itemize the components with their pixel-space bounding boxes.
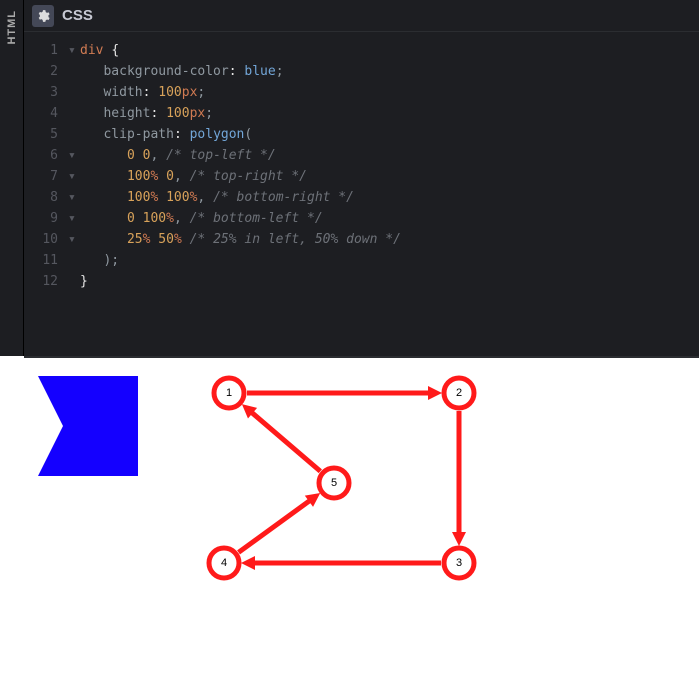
code-content: div {	[80, 40, 119, 61]
diagram-node: 1	[214, 378, 244, 408]
css-editor-title: CSS	[62, 7, 93, 24]
diagram-node-label: 2	[456, 387, 462, 399]
code-line[interactable]: 9▾ 0 100%, /* bottom-left */	[24, 208, 699, 229]
diagram-node-label: 1	[226, 387, 232, 399]
code-content: 0 0, /* top-left */	[80, 145, 276, 166]
diagram-node: 4	[209, 548, 239, 578]
code-line[interactable]: 4 height: 100px;	[24, 103, 699, 124]
fold-marker: ▾	[68, 208, 80, 229]
code-line[interactable]: 3 width: 100px;	[24, 82, 699, 103]
gear-icon[interactable]	[32, 5, 54, 27]
diagram-arrow	[249, 411, 320, 472]
code-content: clip-path: polygon(	[80, 124, 252, 145]
line-number: 11	[24, 250, 68, 271]
line-number: 12	[24, 271, 68, 292]
code-line[interactable]: 7▾ 100% 0, /* top-right */	[24, 166, 699, 187]
arrow-head-icon	[428, 386, 442, 400]
line-number: 10	[24, 229, 68, 250]
fold-marker: ▾	[68, 166, 80, 187]
code-content: 0 100%, /* bottom-left */	[80, 208, 323, 229]
diagram-node: 3	[444, 548, 474, 578]
diagram-node-label: 3	[456, 557, 462, 569]
code-content: background-color: blue;	[80, 61, 284, 82]
line-number: 1	[24, 40, 68, 61]
fold-marker: ▾	[68, 229, 80, 250]
line-number: 6	[24, 145, 68, 166]
line-number: 4	[24, 103, 68, 124]
line-number: 7	[24, 166, 68, 187]
arrow-head-icon	[241, 556, 255, 570]
code-content: 100% 0, /* top-right */	[80, 166, 307, 187]
arrow-head-icon	[452, 532, 466, 546]
fold-marker: ▾	[68, 145, 80, 166]
fold-marker	[68, 103, 80, 124]
css-editor-pane: CSS 1▾div {2 background-color: blue;3 wi…	[24, 0, 699, 356]
app-root: HTML CSS 1▾div {2 background-color: blue…	[0, 0, 699, 694]
main-column: CSS 1▾div {2 background-color: blue;3 wi…	[24, 0, 699, 694]
preview-pane: 1 2 3 4 5	[24, 356, 699, 694]
line-number: 9	[24, 208, 68, 229]
line-number: 2	[24, 61, 68, 82]
code-line[interactable]: 1▾div {	[24, 40, 699, 61]
code-content: }	[80, 271, 88, 292]
diagram-node-label: 4	[221, 557, 227, 569]
fold-marker	[68, 124, 80, 145]
line-number: 8	[24, 187, 68, 208]
html-tab-label: HTML	[6, 10, 18, 45]
code-line[interactable]: 10▾ 25% 50% /* 25% in left, 50% down */	[24, 229, 699, 250]
diagram-node: 5	[319, 468, 349, 498]
diagram-node-label: 5	[331, 477, 337, 489]
fold-marker	[68, 271, 80, 292]
fold-marker	[68, 61, 80, 82]
code-content: 25% 50% /* 25% in left, 50% down */	[80, 229, 401, 250]
code-line[interactable]: 8▾ 100% 100%, /* bottom-right */	[24, 187, 699, 208]
clip-path-result-shape	[38, 376, 138, 476]
html-panel-tab[interactable]: HTML	[0, 0, 24, 356]
diagram-arrow	[239, 499, 313, 553]
code-editor[interactable]: 1▾div {2 background-color: blue;3 width:…	[24, 32, 699, 356]
code-line[interactable]: 11 );	[24, 250, 699, 271]
fold-marker	[68, 82, 80, 103]
code-line[interactable]: 2 background-color: blue;	[24, 61, 699, 82]
css-editor-header: CSS	[24, 0, 699, 32]
code-line[interactable]: 6▾ 0 0, /* top-left */	[24, 145, 699, 166]
fold-marker: ▾	[68, 187, 80, 208]
fold-marker	[68, 250, 80, 271]
polygon-order-diagram: 1 2 3 4 5	[194, 368, 514, 618]
code-line[interactable]: 12}	[24, 271, 699, 292]
diagram-node: 2	[444, 378, 474, 408]
code-content: );	[80, 250, 119, 271]
code-content: height: 100px;	[80, 103, 213, 124]
line-number: 3	[24, 82, 68, 103]
code-content: 100% 100%, /* bottom-right */	[80, 187, 354, 208]
code-content: width: 100px;	[80, 82, 205, 103]
code-line[interactable]: 5 clip-path: polygon(	[24, 124, 699, 145]
fold-marker: ▾	[68, 40, 80, 61]
line-number: 5	[24, 124, 68, 145]
